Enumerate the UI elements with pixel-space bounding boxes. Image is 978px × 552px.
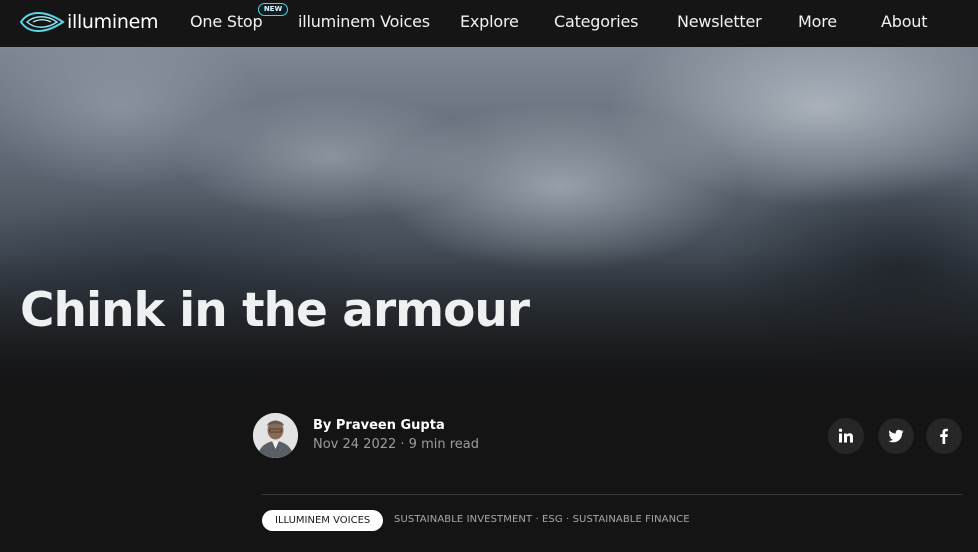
new-badge: NEW (258, 3, 288, 16)
author-photo (253, 413, 298, 458)
author-avatar[interactable] (253, 413, 298, 458)
nav-about[interactable]: About (881, 12, 928, 31)
tag-separator: · (532, 514, 543, 525)
nav-newsletter[interactable]: Newsletter (677, 12, 762, 31)
share-twitter-button[interactable] (878, 418, 914, 454)
divider (262, 494, 962, 495)
nav-explore[interactable]: Explore (460, 12, 519, 31)
tag-esg[interactable]: ESG (542, 514, 563, 525)
tag-separator: · (562, 514, 573, 525)
nav-categories[interactable]: Categories (554, 12, 638, 31)
facebook-icon (940, 428, 948, 444)
nav-one-stop[interactable]: One Stop (190, 12, 263, 31)
brand-name: illuminem (67, 11, 159, 33)
hero-image: Chink in the armour (0, 47, 978, 388)
brand-logo[interactable]: illuminem (19, 8, 159, 36)
nav-illuminem-voices[interactable]: illuminem Voices (298, 12, 430, 31)
share-facebook-button[interactable] (926, 418, 962, 454)
author-name[interactable]: By Praveen Gupta (313, 418, 445, 433)
share-linkedin-button[interactable] (828, 418, 864, 454)
tag-illuminem-voices[interactable]: ILLUMINEM VOICES (262, 510, 384, 531)
article-title: Chink in the armour (20, 283, 530, 338)
twitter-icon (888, 429, 904, 443)
article-meta: Nov 24 2022 · 9 min read (313, 437, 479, 452)
tag-list: SUSTAINABLE INVESTMENT · ESG · SUSTAINAB… (394, 514, 690, 525)
tag-sustainable-finance[interactable]: SUSTAINABLE FINANCE (573, 514, 690, 525)
tag-sustainable-investment[interactable]: SUSTAINABLE INVESTMENT (394, 514, 532, 525)
linkedin-icon (838, 428, 853, 443)
top-navigation: illuminem One Stop NEW illuminem Voices … (0, 0, 978, 47)
logo-icon (19, 12, 65, 32)
nav-more[interactable]: More (798, 12, 837, 31)
